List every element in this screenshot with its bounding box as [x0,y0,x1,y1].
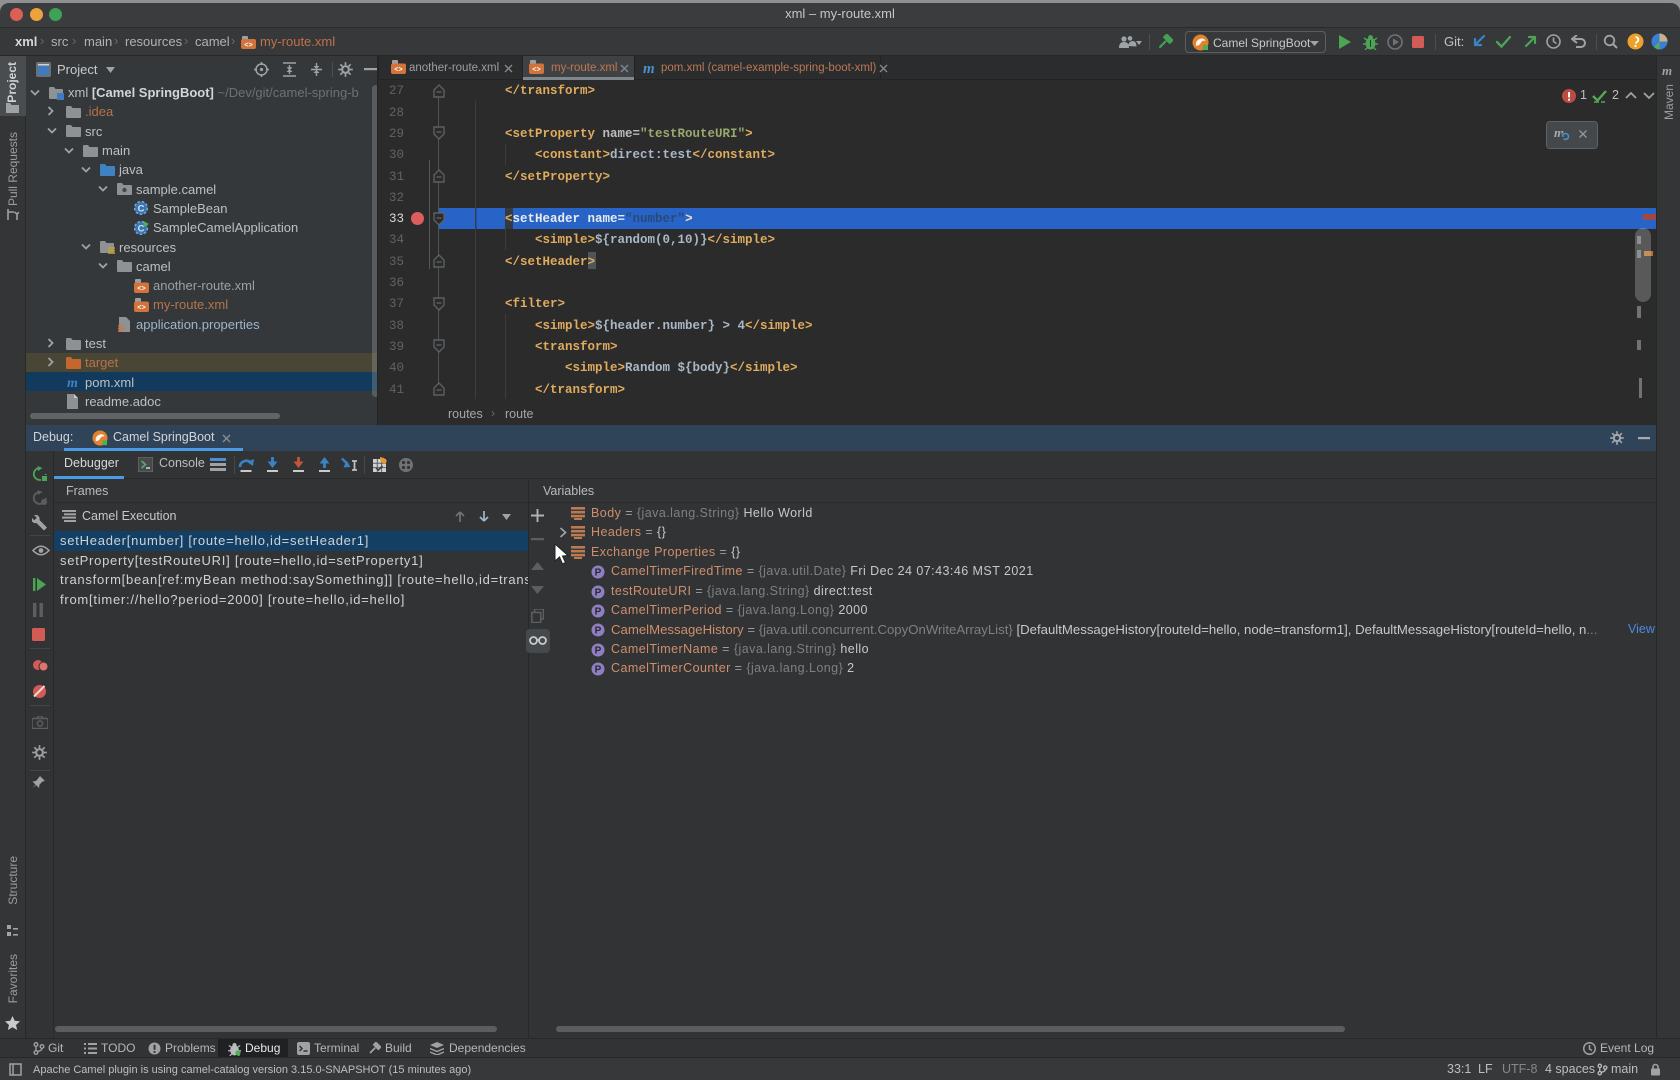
svg-text:<>: <> [532,67,540,75]
svg-text:C: C [138,204,145,215]
svg-text:m: m [1662,64,1672,77]
svg-text:<>: <> [137,304,145,312]
svg-text:P: P [595,587,602,598]
svg-text:<>: <> [244,42,252,50]
svg-text:<>: <> [137,285,145,293]
svg-text:m: m [643,61,655,75]
svg-text:m: m [67,376,78,388]
svg-text:P: P [595,645,602,656]
svg-text:P: P [595,665,602,676]
svg-text:P: P [595,626,602,637]
svg-text:<>: <> [394,67,402,75]
svg-text:P: P [595,607,602,618]
svg-text:P: P [595,568,602,579]
